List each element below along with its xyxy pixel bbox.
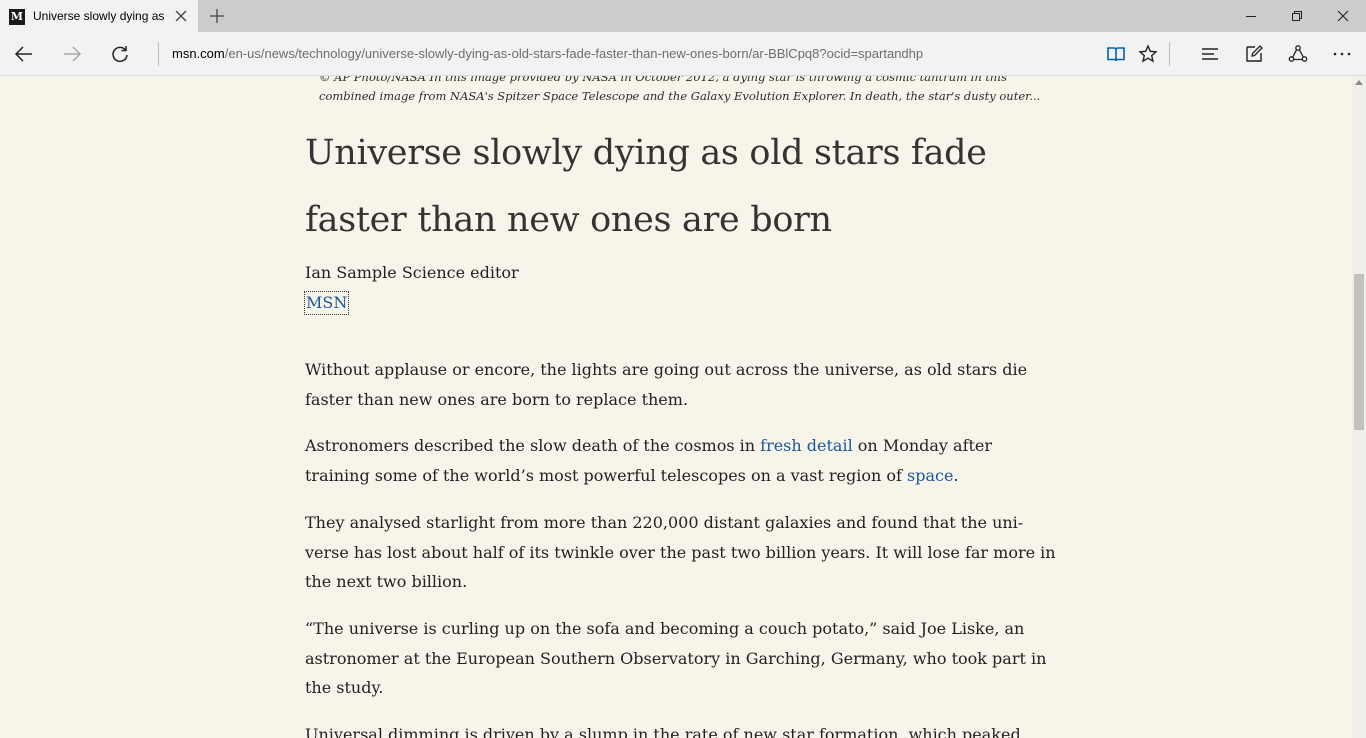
caption-line-2: combined image from NASA's Spitzer Space… (319, 89, 1041, 103)
address-path: /en-us/news/technology/universe-slowly-d… (224, 46, 924, 61)
pen-icon (1246, 45, 1263, 62)
address-separator (158, 42, 159, 66)
share-icon (1288, 45, 1308, 62)
tab-title: Universe slowly dying as old stars fade … (33, 9, 167, 23)
refresh-button[interactable] (106, 40, 134, 68)
more-icon (1333, 52, 1351, 56)
minimize-button[interactable] (1228, 0, 1274, 32)
paragraph: Universal dimming is driven by a slump i… (305, 725, 1021, 738)
fresh-detail-link[interactable]: fresh detail (760, 436, 853, 455)
address-host: msn.com (172, 46, 225, 61)
close-icon (175, 10, 187, 22)
scroll-up-arrow-icon[interactable] (1355, 79, 1363, 85)
paragraph-text: Astronomers described the slow death of … (305, 436, 761, 455)
caption-line-1: © AP Photo/NASA In this image provided b… (319, 76, 1007, 84)
paragraph: Astronomers described the slow death of … (305, 431, 1061, 490)
toolbar-separator (1169, 42, 1170, 66)
forward-button[interactable] (58, 40, 86, 68)
image-caption: © AP Photo/NASA In this image provided b… (319, 76, 1059, 106)
article-headline: Universe slowly dying as old stars fade … (305, 133, 987, 240)
back-button[interactable] (10, 40, 38, 68)
paragraph: Without applause or encore, the lights a… (305, 360, 1028, 409)
space-link[interactable]: space (907, 466, 953, 485)
web-note-button[interactable] (1240, 40, 1268, 68)
scrollbar-thumb[interactable] (1354, 274, 1364, 430)
navigation-bar: msn.com/en-us/news/technology/universe-s… (0, 32, 1366, 76)
reading-view-page: © AP Photo/NASA In this image provided b… (0, 76, 1352, 738)
plus-icon (210, 9, 224, 23)
close-icon (1337, 10, 1349, 22)
restore-icon (1292, 11, 1302, 21)
more-button[interactable] (1328, 40, 1356, 68)
star-icon (1138, 44, 1158, 63)
source-link[interactable]: MSN (303, 291, 350, 315)
address-bar[interactable]: msn.com/en-us/news/technology/universe-s… (172, 46, 1072, 64)
hub-button[interactable] (1196, 40, 1224, 68)
vertical-scrollbar[interactable] (1352, 76, 1366, 738)
book-icon (1107, 47, 1125, 62)
paragraph: They analysed starlight from more than 2… (305, 513, 1056, 591)
msn-favicon-icon: M (9, 9, 25, 25)
tab-strip: M Universe slowly dying as old stars fad… (0, 0, 1366, 32)
new-tab-button[interactable] (206, 6, 228, 26)
add-favorite-button[interactable] (1134, 40, 1162, 68)
article-byline: Ian Sample Science editor (305, 263, 519, 282)
reading-view-button[interactable] (1102, 40, 1130, 68)
hub-icon (1202, 48, 1218, 60)
minimize-icon (1246, 16, 1256, 17)
browser-tab[interactable]: M Universe slowly dying as old stars fad… (0, 0, 198, 32)
arrow-right-icon (64, 46, 82, 62)
paragraph-text: . (953, 465, 959, 485)
tab-close-button[interactable] (172, 7, 190, 25)
paragraph: “The universe is curling up on the sofa … (305, 619, 1047, 697)
window-close-button[interactable] (1320, 0, 1366, 32)
refresh-icon (112, 46, 128, 63)
share-button[interactable] (1284, 40, 1312, 68)
arrow-left-icon (14, 46, 32, 62)
restore-button[interactable] (1274, 0, 1320, 32)
